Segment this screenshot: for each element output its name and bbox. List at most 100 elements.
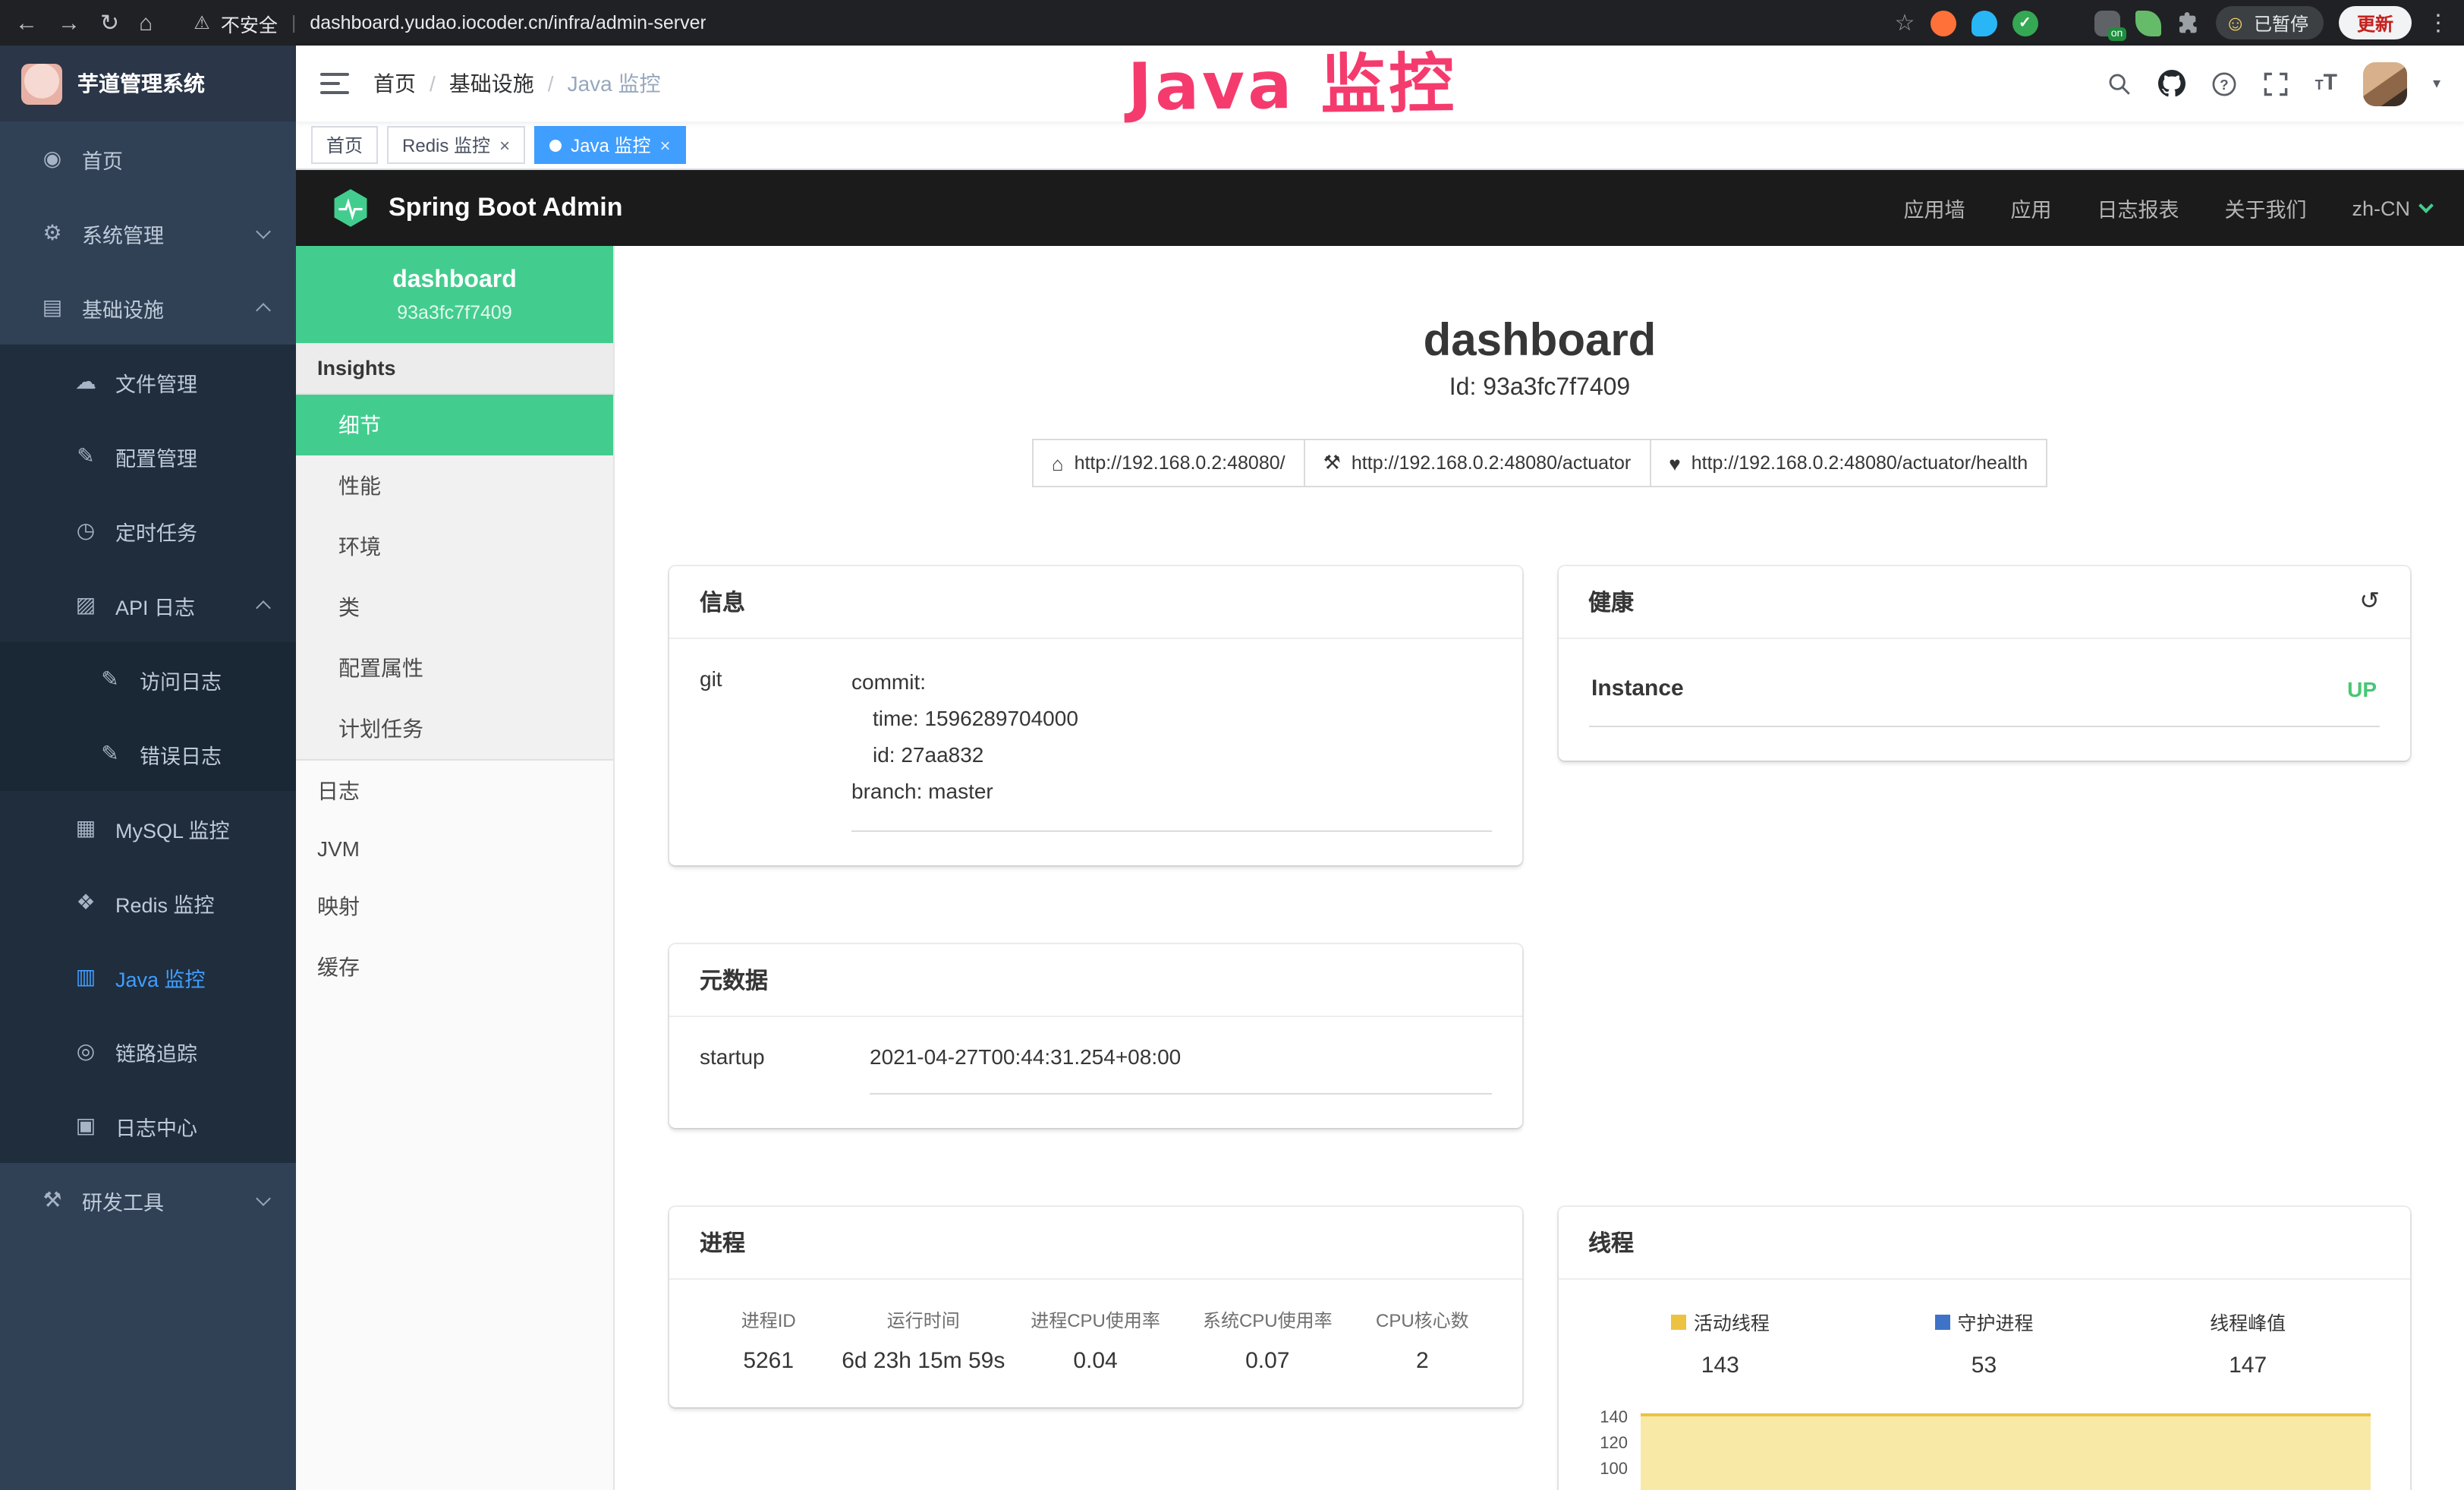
fullscreen-icon[interactable] — [2264, 71, 2289, 96]
sba-item-details[interactable]: 细节 — [296, 395, 613, 455]
sba-item-caches[interactable]: 缓存 — [296, 937, 613, 997]
sba-nav-journal[interactable]: 日志报表 — [2097, 193, 2179, 223]
sidebar-item-api-log[interactable]: ▨ API 日志 — [0, 568, 296, 642]
app-logo-row[interactable]: 芋道管理系统 — [0, 46, 296, 121]
forward-icon[interactable]: → — [58, 11, 80, 34]
extension-icon[interactable]: ✓ — [2012, 10, 2038, 36]
tags-view: 首页 Redis 监控 × Java 监控 × — [296, 121, 2464, 170]
breadcrumb-home[interactable]: 首页 — [373, 68, 416, 99]
config-icon: ✎ — [73, 443, 99, 469]
sba-item-metrics[interactable]: 性能 — [296, 455, 613, 516]
sidebar-item-system[interactable]: ⚙ 系统管理 — [0, 196, 296, 270]
address-divider: | — [291, 12, 297, 33]
sba-brand[interactable]: Spring Boot Admin — [329, 187, 623, 229]
sidebar-item-label: 基础设施 — [82, 292, 164, 323]
hamburger-icon[interactable] — [320, 73, 349, 94]
update-button[interactable]: 更新 — [2339, 6, 2412, 39]
app-logo — [21, 63, 62, 104]
browser-actions: ☆ ✓ on ☺ 已暂停 更新 ⋮ — [1894, 6, 2450, 39]
avatar-caret-icon[interactable]: ▾ — [2433, 75, 2440, 92]
sidebar-item-config[interactable]: ✎ 配置管理 — [0, 419, 296, 493]
sba-item-logs[interactable]: 日志 — [296, 761, 613, 821]
extension-icon[interactable] — [1930, 10, 1956, 36]
tab-home[interactable]: 首页 — [311, 126, 378, 164]
app-sidebar: 芋道管理系统 ◉ 首页 ⚙ 系统管理 ▤ 基础设施 — [0, 46, 296, 1490]
sba-item-jvm[interactable]: JVM — [296, 821, 613, 876]
bookmark-star-icon[interactable]: ☆ — [1894, 11, 1915, 34]
threads-card-title: 线程 — [1558, 1207, 2410, 1280]
metadata-value: 2021-04-27T00:44:31.254+08:00 — [870, 1041, 1491, 1095]
sidebar-item-files[interactable]: ☁ 文件管理 — [0, 345, 296, 419]
chevron-down-icon — [256, 223, 271, 238]
sba-item-scheduled-tasks[interactable]: 计划任务 — [296, 698, 613, 759]
extension-icon[interactable] — [2135, 10, 2160, 36]
sba-instance-id: 93a3fc7f7409 — [308, 302, 601, 323]
back-icon[interactable]: ← — [15, 11, 38, 34]
trace-icon: ◎ — [73, 1038, 99, 1064]
sidebar-item-jobs[interactable]: ◷ 定时任务 — [0, 493, 296, 568]
address-bar[interactable]: ⚠ 不安全 | dashboard.yudao.iocoder.cn/infra… — [194, 8, 1874, 37]
screen: ← → ↻ ⌂ ⚠ 不安全 | dashboard.yudao.iocoder.… — [0, 0, 2464, 1490]
heart-icon: ♥ — [1669, 452, 1680, 474]
breadcrumb: 首页 基础设施 Java 监控 — [373, 68, 661, 99]
legend-swatch-daemon — [1934, 1314, 1949, 1329]
actuator-url-link[interactable]: ⚒ http://192.168.0.2:48080/actuator — [1304, 439, 1651, 487]
font-size-icon[interactable]: TT — [2315, 70, 2337, 97]
sidebar-item-home[interactable]: ◉ 首页 — [0, 121, 296, 196]
history-icon[interactable]: ↺ — [2359, 590, 2380, 614]
profile-chip[interactable]: ☺ 已暂停 — [2215, 6, 2324, 39]
sba-group-insights: Insights — [296, 343, 613, 395]
sidebar-item-access-log[interactable]: ✎ 访问日志 — [0, 642, 296, 717]
github-icon[interactable] — [2159, 70, 2186, 97]
sidebar-item-trace[interactable]: ◎ 链路追踪 — [0, 1014, 296, 1088]
locale-select[interactable]: zh-CN — [2352, 197, 2431, 219]
service-url-link[interactable]: ⌂ http://192.168.0.2:48080/ — [1032, 439, 1305, 487]
sba-nav-about[interactable]: 关于我们 — [2224, 193, 2306, 223]
tab-redis-monitor[interactable]: Redis 监控 × — [387, 126, 525, 164]
extensions-puzzle-icon[interactable] — [2176, 11, 2200, 35]
sba-item-classes[interactable]: 类 — [296, 577, 613, 638]
extension-icon[interactable] — [1971, 10, 1997, 36]
extension-icon[interactable] — [2053, 10, 2079, 36]
health-card: 健康 ↺ Instance UP — [1558, 566, 2410, 761]
health-card-title: 健康 — [1588, 586, 1634, 618]
sidebar-item-infra[interactable]: ▤ 基础设施 — [0, 270, 296, 345]
extension-icon[interactable]: on — [2094, 10, 2119, 36]
threads-legend: 活动线程 143 守护进程 53 线程峰值 — [1588, 1307, 2380, 1378]
status-badge: UP — [2347, 676, 2377, 701]
sidebar-item-error-log[interactable]: ✎ 错误日志 — [0, 717, 296, 791]
sidebar-item-devtools[interactable]: ⚒ 研发工具 — [0, 1163, 296, 1237]
sba-sidebar: dashboard 93a3fc7f7409 Insights 细节 性能 环境… — [296, 246, 615, 1490]
home-icon[interactable]: ⌂ — [139, 11, 153, 34]
breadcrumb-infra[interactable]: 基础设施 — [416, 68, 534, 99]
reload-icon[interactable]: ↻ — [100, 11, 119, 34]
user-avatar[interactable] — [2363, 61, 2407, 106]
sba-item-mappings[interactable]: 映射 — [296, 876, 613, 937]
health-url-link[interactable]: ♥ http://192.168.0.2:48080/actuator/heal… — [1649, 439, 2047, 487]
sba-nav-wallboard[interactable]: 应用墙 — [1903, 193, 1965, 223]
sidebar-item-log-center[interactable]: ▣ 日志中心 — [0, 1088, 296, 1163]
sba-instance-name: dashboard — [308, 267, 601, 295]
tab-java-monitor[interactable]: Java 监控 × — [534, 126, 685, 164]
sidebar-item-mysql[interactable]: ▦ MySQL 监控 — [0, 791, 296, 865]
process-table: 进程ID 5261 运行时间 6d 23h 15m 59s — [700, 1304, 1491, 1374]
sba-instance-header[interactable]: dashboard 93a3fc7f7409 — [296, 246, 613, 343]
info-value: commit: time: 1596289704000 id: 27aa832 … — [851, 663, 1491, 832]
breadcrumb-current: Java 监控 — [534, 68, 661, 99]
close-icon[interactable]: × — [659, 136, 670, 154]
error-log-icon: ✎ — [97, 741, 123, 767]
sba-item-configprops[interactable]: 配置属性 — [296, 638, 613, 698]
search-icon[interactable] — [2107, 71, 2133, 96]
sidebar-item-java[interactable]: ▥ Java 监控 — [0, 940, 296, 1014]
spring-boot-admin: Spring Boot Admin 应用墙 应用 日志报表 关于我们 zh-CN — [296, 170, 2464, 1490]
home-icon: ⌂ — [1052, 452, 1064, 474]
sidebar-item-redis[interactable]: ❖ Redis 监控 — [0, 865, 296, 940]
sba-nav-applications[interactable]: 应用 — [2010, 193, 2051, 223]
browser-menu-icon[interactable]: ⋮ — [2427, 11, 2450, 34]
log-center-icon: ▣ — [73, 1113, 99, 1139]
close-icon[interactable]: × — [499, 136, 510, 154]
timer-icon: ◷ — [73, 518, 99, 543]
chevron-up-icon — [256, 600, 271, 616]
help-icon[interactable]: ? — [2212, 71, 2238, 96]
sba-item-environment[interactable]: 环境 — [296, 516, 613, 577]
